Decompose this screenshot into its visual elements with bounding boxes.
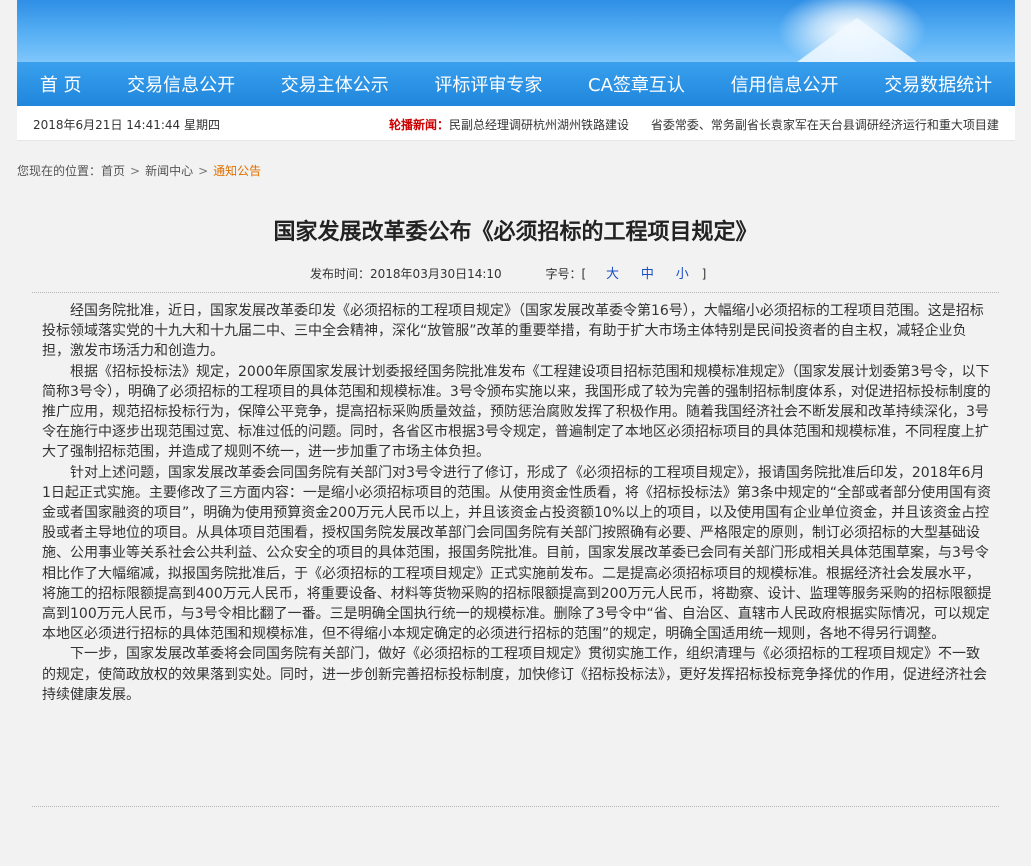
nav-item-statistics[interactable]: 交易数据统计 — [884, 71, 992, 97]
article-paragraph: 下一步，国家发展改革委将会同国务院有关部门，做好《必须招标的工程项目规定》贯彻实… — [42, 646, 987, 703]
info-bar: 2018年6月21日 14:41:44 星期四 轮播新闻： 民副总经理调研杭州湖… — [17, 106, 1015, 141]
news-ticker-item[interactable]: 民副总经理调研杭州湖州铁路建设 — [449, 118, 629, 132]
breadcrumb: 您现在的位置：首页 > 新闻中心 > 通知公告 — [17, 162, 261, 179]
breadcrumb-current-link[interactable]: 通知公告 — [213, 164, 261, 178]
news-ticker: 民副总经理调研杭州湖州铁路建设 省委常委、常务副省长袁家军在天台县调研经济运行和… — [449, 116, 999, 133]
article-paragraph: 针对上述问题，国家发展改革委会同国务院有关部门对3号令进行了修订，形成了《必须招… — [42, 464, 992, 643]
article-body: 经国务院批准，近日，国家发展改革委印发《必须招标的工程项目规定》（国家发展改革委… — [42, 301, 992, 705]
breadcrumb-separator: > — [130, 164, 141, 178]
news-ticker-label: 轮播新闻： — [389, 118, 450, 132]
current-datetime: 2018年6月21日 14:41:44 星期四 — [33, 118, 220, 132]
breadcrumb-home-link[interactable]: 首页 — [101, 164, 125, 178]
font-size-label: 字号：[ — [545, 267, 587, 281]
breadcrumb-prefix: 您现在的位置： — [17, 164, 102, 178]
divider-bottom — [32, 806, 999, 807]
nav-item-trade-info[interactable]: 交易信息公开 — [127, 71, 235, 97]
nav-item-trade-subjects[interactable]: 交易主体公示 — [281, 71, 389, 97]
article-meta: 发布时间：2018年03月30日14:10 字号：[ 大 中 小 ] — [310, 263, 706, 282]
font-size-large-link[interactable]: 大 — [606, 267, 619, 282]
font-size-small-link[interactable]: 小 — [676, 267, 689, 282]
nav-item-experts[interactable]: 评标评审专家 — [434, 71, 542, 97]
nav-item-home[interactable]: 首 页 — [40, 71, 82, 97]
news-ticker-item[interactable]: 省委常委、常务副省长袁家军在天台县调研经济运行和重大项目建设 — [651, 118, 999, 132]
divider-top — [32, 292, 999, 293]
publish-label: 发布时间： — [310, 267, 371, 281]
font-size-medium-link[interactable]: 中 — [641, 267, 654, 282]
publish-time: 2018年03月30日14:10 — [370, 267, 502, 281]
nav-item-ca-signature[interactable]: CA签章互认 — [588, 71, 685, 97]
nav-item-credit-info[interactable]: 信用信息公开 — [731, 71, 839, 97]
article-paragraph: 根据《招标投标法》规定，2000年原国家发展计划委报经国务院批准发布《工程建设项… — [42, 363, 991, 461]
main-nav: 首 页 交易信息公开 交易主体公示 评标评审专家 CA签章互认 信用信息公开 交… — [17, 62, 1015, 106]
article-paragraph: 经国务院批准，近日，国家发展改革委印发《必须招标的工程项目规定》（国家发展改革委… — [42, 303, 984, 360]
article-title: 国家发展改革委公布《必须招标的工程项目规定》 — [273, 219, 758, 245]
header-banner — [17, 0, 1015, 62]
banner-mountain-graphic — [797, 18, 917, 62]
breadcrumb-separator: > — [198, 164, 209, 178]
breadcrumb-news-link[interactable]: 新闻中心 — [145, 164, 193, 178]
font-size-end: ] — [701, 267, 707, 281]
